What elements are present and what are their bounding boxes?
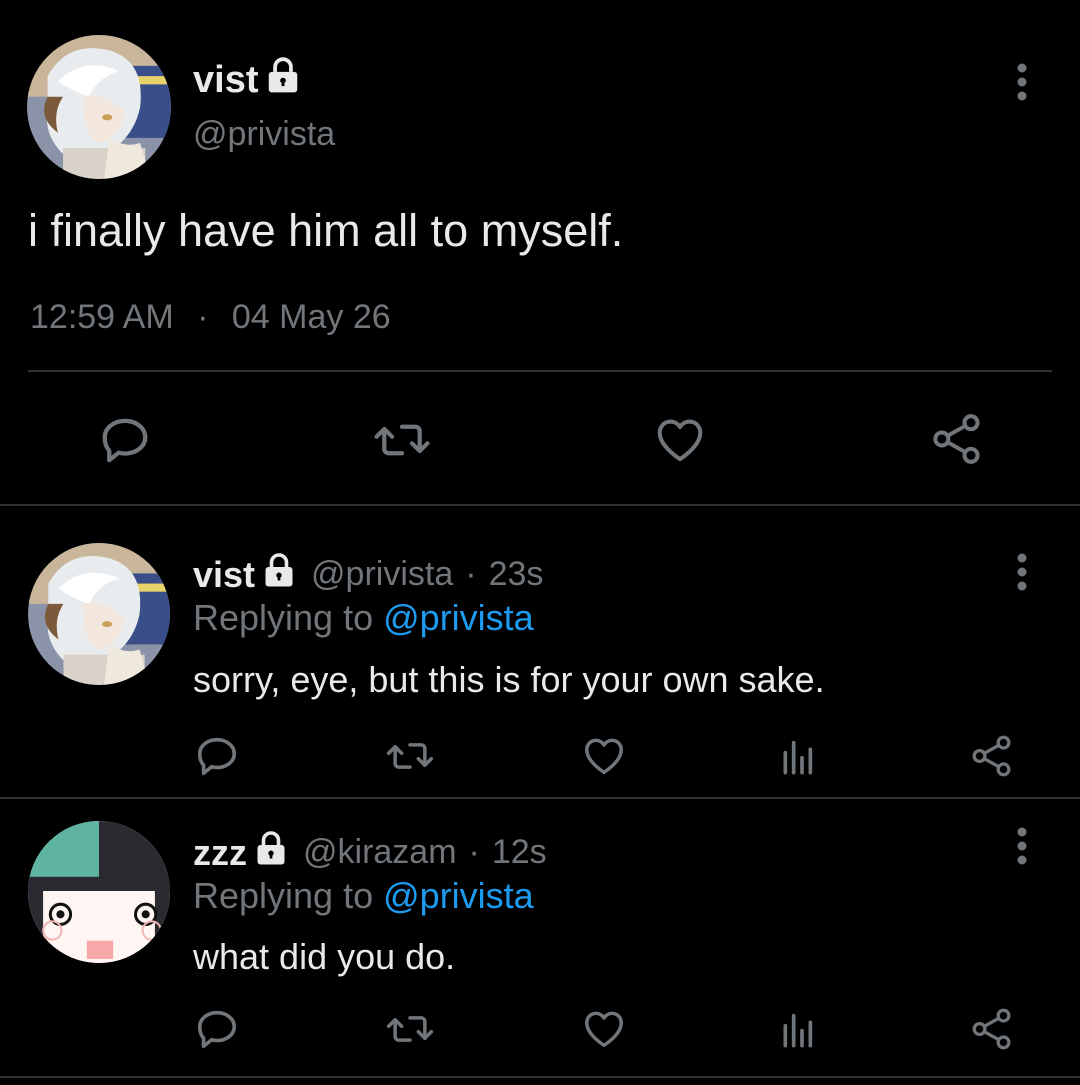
reply-tweet[interactable]: zzz @kirazam · 12s Replying to @privista… [0, 798, 1080, 1085]
heart-icon [657, 419, 703, 462]
share-icon [933, 414, 980, 464]
cartoon-girl-avatar-icon [28, 821, 170, 963]
replying-prefix: Replying to [193, 875, 374, 916]
avatar[interactable] [28, 543, 170, 685]
tweet-time: 12:59 AM [30, 298, 174, 336]
analytics-button[interactable] [776, 1006, 818, 1052]
author-name-row[interactable]: vist @privista · 23s [193, 552, 543, 597]
tweet-text: i finally have him all to myself. [28, 205, 624, 256]
handle[interactable]: @privista [193, 115, 335, 154]
analytics-button[interactable] [776, 733, 818, 779]
retweet-button[interactable] [369, 412, 435, 468]
reply-button[interactable] [192, 1004, 242, 1054]
retweet-icon [374, 424, 430, 456]
lock-icon [253, 830, 289, 875]
lock-icon [264, 56, 302, 104]
lock-icon [261, 552, 297, 597]
handle: @kirazam [303, 833, 457, 871]
more-options-icon[interactable] [1007, 62, 1037, 102]
like-button[interactable] [580, 731, 628, 781]
reply-button[interactable] [192, 731, 242, 781]
share-button[interactable] [968, 1004, 1016, 1054]
like-button[interactable] [650, 412, 710, 468]
separator: · [468, 833, 480, 871]
retweet-button[interactable] [382, 1004, 438, 1054]
anime-avatar-icon [27, 35, 171, 179]
divider [0, 1076, 1080, 1078]
replying-prefix: Replying to [193, 597, 374, 638]
mention-link[interactable]: @privista [383, 875, 534, 916]
tweet-timestamp[interactable]: 12:59 AM · 04 May 26 [30, 298, 391, 337]
heart-icon [585, 1011, 623, 1048]
anime-avatar-icon [28, 543, 170, 685]
separator: · [465, 555, 477, 593]
share-button[interactable] [927, 410, 987, 468]
like-button[interactable] [580, 1004, 628, 1054]
reply-button[interactable] [95, 412, 155, 468]
reply-icon [197, 737, 237, 776]
separator: · [197, 298, 209, 336]
reply-icon [102, 418, 148, 463]
avatar[interactable] [27, 35, 171, 179]
share-button[interactable] [968, 731, 1016, 781]
tweet-age: 12s [491, 833, 547, 871]
more-options-icon[interactable] [1007, 826, 1037, 866]
tweet-age: 23s [488, 555, 544, 593]
analytics-icon [783, 1013, 813, 1048]
tweet-date: 04 May 26 [231, 298, 391, 336]
handle: @privista [311, 555, 454, 593]
main-tweet: vist @privista i finally have him all to… [0, 0, 1080, 505]
mention-link[interactable]: @privista [383, 597, 534, 638]
share-icon [972, 1008, 1011, 1050]
retweet-button[interactable] [382, 731, 438, 781]
reply-icon [197, 1010, 237, 1049]
author-name-row[interactable]: vist [193, 56, 302, 104]
heart-icon [585, 738, 623, 775]
more-options-icon[interactable] [1007, 552, 1037, 592]
share-icon [972, 735, 1011, 777]
replying-to: Replying to @privista [193, 597, 534, 639]
tweet-text: sorry, eye, but this is for your own sak… [193, 659, 825, 700]
replying-to: Replying to @privista [193, 875, 534, 917]
display-name: vist [193, 58, 259, 101]
avatar[interactable] [28, 821, 170, 963]
divider [28, 370, 1052, 372]
display-name: zzz [193, 831, 247, 873]
display-name: vist [193, 553, 256, 595]
retweet-icon [386, 743, 434, 769]
author-name-row[interactable]: zzz @kirazam · 12s [193, 830, 547, 875]
tweet-text: what did you do. [193, 936, 456, 977]
analytics-icon [783, 740, 813, 775]
retweet-icon [386, 1016, 434, 1042]
reply-tweet[interactable]: vist @privista · 23s Replying to @privis… [0, 505, 1080, 797]
